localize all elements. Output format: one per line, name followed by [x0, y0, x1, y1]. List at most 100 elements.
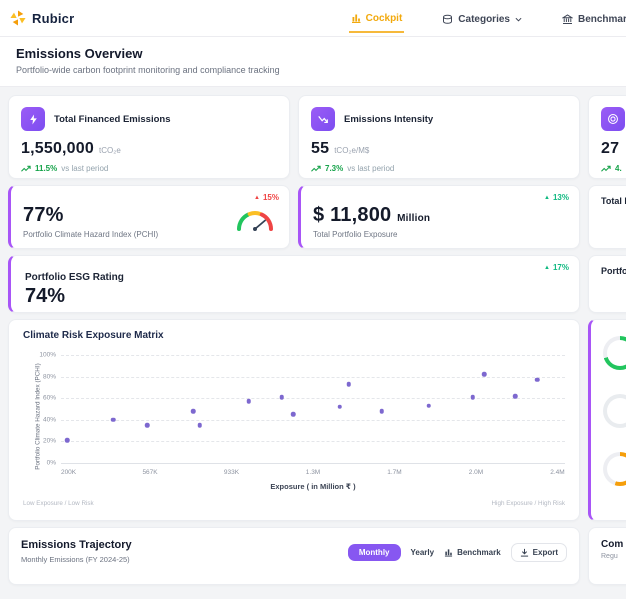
scatter-plot	[61, 355, 565, 463]
app-header: Rubicr Cockpit Categories Benchmarks	[0, 0, 626, 37]
brand: Rubicr	[10, 10, 74, 26]
scatter-point	[535, 378, 540, 383]
y-tick-label: 0%	[47, 460, 56, 467]
trend-badge: ▲15%	[254, 193, 279, 202]
scatter-point	[471, 395, 476, 400]
kpi-trend-pct: 11.5%	[35, 164, 57, 173]
yearly-button[interactable]: Yearly	[411, 548, 435, 557]
benchmark-button[interactable]: Benchmark	[444, 548, 501, 557]
scatter-point	[246, 399, 251, 404]
y-axis-ticks: 100%80%60%40%20%0%	[35, 355, 61, 463]
scatter-point	[482, 372, 487, 377]
target-icon	[601, 107, 625, 131]
page-subtitle: Portfolio-wide carbon footprint monitori…	[16, 65, 610, 75]
gridline	[61, 398, 565, 399]
x-tick-label: 2.4M	[550, 469, 564, 476]
emissions-trajectory-card: Emissions Trajectory Monthly Emissions (…	[8, 527, 580, 585]
clipped-compliance-card: Com Regu	[588, 527, 626, 585]
chevron-down-icon	[515, 17, 522, 22]
scatter-point	[65, 438, 70, 443]
kpi-value: 27	[601, 140, 619, 158]
x-tick-label: 1.7M	[387, 469, 401, 476]
esg-label: Portfolio ESG Rating	[25, 272, 565, 283]
categories-icon	[442, 14, 453, 25]
scatter-point	[380, 409, 385, 414]
hazard-index-card: ▲15% 77% Portfolio Climate Hazard Index …	[8, 185, 290, 249]
triangle-up-icon: ▲	[544, 265, 550, 271]
gridline	[61, 463, 565, 464]
kpi-card-emissions-intensity: Emissions Intensity 55 tCO₂e/M$ 7.3% vs …	[298, 95, 580, 179]
x-axis-ticks: 200K567K933K1.3M1.7M2.0M2.4M	[61, 467, 565, 479]
y-tick-label: 20%	[43, 438, 56, 445]
progress-ring-orange	[603, 452, 626, 486]
scatter-point	[145, 423, 150, 428]
gridline	[61, 377, 565, 378]
gauge-icon	[235, 208, 275, 238]
clipped-card-title: Portfoli	[589, 256, 626, 276]
kpi-trend-note: vs last period	[347, 164, 394, 173]
kpi-title: Emissions Intensity	[344, 114, 433, 125]
kpi-card-total-financed-emissions: Total Financed Emissions 1,550,000 tCO₂e…	[8, 95, 290, 179]
scatter-point	[191, 409, 196, 414]
esg-rating-card: ▲17% Portfolio ESG Rating 74%	[8, 255, 580, 313]
climate-risk-matrix-card: Climate Risk Exposure Matrix Portfolio C…	[8, 319, 580, 521]
trend-up-icon	[601, 165, 611, 173]
triangle-up-icon: ▲	[254, 195, 260, 201]
chart-title: Climate Risk Exposure Matrix	[23, 330, 565, 341]
kpi-card-clipped: 27 4.	[588, 95, 626, 179]
x-tick-label: 200K	[61, 469, 76, 476]
gridline	[61, 441, 565, 442]
x-tick-label: 1.3M	[306, 469, 320, 476]
page-title: Emissions Overview	[16, 46, 610, 61]
nav-categories-label: Categories	[458, 14, 510, 25]
kpi-title: Total Financed Emissions	[54, 114, 171, 125]
clipped-card-portfolio: Portfoli	[588, 255, 626, 313]
monthly-button[interactable]: Monthly	[348, 544, 401, 561]
download-icon	[520, 548, 529, 557]
kpi-unit: tCO₂e	[99, 146, 121, 155]
kpi-trend-pct: 7.3%	[325, 164, 343, 173]
x-axis-label: Exposure ( in Million ₹ )	[61, 482, 565, 491]
trend-up-icon	[311, 165, 321, 173]
x-tick-label: 2.0M	[469, 469, 483, 476]
scatter-point	[513, 394, 518, 399]
portfolio-exposure-card: ▲13% $ 11,800 Million Total Portfolio Ex…	[298, 185, 580, 249]
nav-categories[interactable]: Categories	[440, 5, 524, 32]
page-head: Emissions Overview Portfolio-wide carbon…	[0, 37, 626, 87]
bar-chart-icon	[351, 13, 361, 23]
gridline	[61, 420, 565, 421]
kpi-trend-pct: 4.	[615, 164, 622, 173]
nav-benchmarks-label: Benchmarks	[578, 14, 626, 25]
x-tick-label: 933K	[224, 469, 239, 476]
progress-ring-gray	[603, 394, 626, 428]
trend-badge: ▲13%	[544, 193, 569, 202]
kpi-trend-note: vs last period	[61, 164, 108, 173]
benchmarks-icon	[562, 14, 573, 25]
scatter-point	[280, 395, 285, 400]
brand-logo-icon	[10, 10, 26, 26]
kpi-value: 1,550,000	[21, 140, 94, 158]
trajectory-subtitle: Monthly Emissions (FY 2024-25)	[21, 555, 132, 564]
scatter-point	[337, 405, 342, 410]
clipped-card-title: Com	[601, 539, 626, 550]
trend-badge: ▲17%	[544, 263, 569, 272]
annotation-low-risk: Low Exposure / Low Risk	[23, 500, 94, 507]
nav-benchmarks[interactable]: Benchmarks	[560, 5, 626, 32]
scatter-point	[197, 423, 202, 428]
clipped-card-total-po: Total Po	[588, 185, 626, 249]
scatter-point	[291, 412, 296, 417]
trajectory-title: Emissions Trajectory	[21, 539, 132, 551]
exposure-label: Total Portfolio Exposure	[313, 230, 567, 239]
bolt-icon	[21, 107, 45, 131]
nav-cockpit[interactable]: Cockpit	[349, 4, 405, 33]
export-button[interactable]: Export	[511, 543, 567, 562]
clipped-card-title: Total Po	[589, 186, 626, 206]
progress-ring-green	[603, 336, 626, 370]
kpi-unit: tCO₂e/M$	[334, 146, 369, 155]
clipped-card-subtitle: Regu	[601, 553, 626, 560]
trend-up-icon	[21, 165, 31, 173]
benchmark-chart-icon	[444, 548, 453, 557]
clipped-rings-card	[588, 319, 626, 521]
esg-value: 74%	[25, 285, 565, 308]
brand-name: Rubicr	[32, 11, 74, 26]
